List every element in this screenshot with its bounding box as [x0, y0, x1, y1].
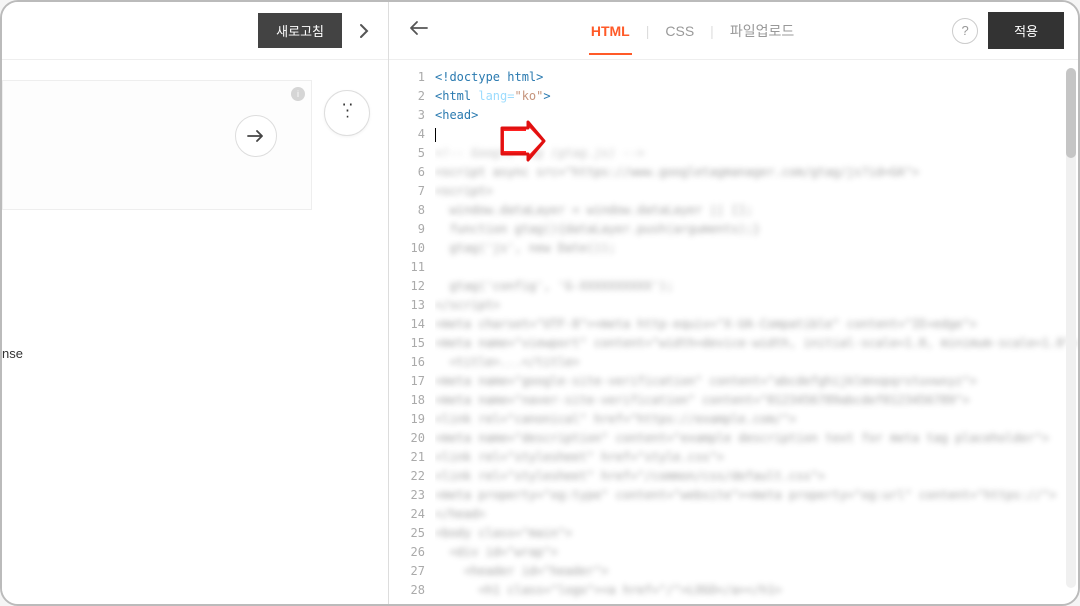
tab-divider: |: [710, 23, 714, 39]
editor-header: HTML | CSS | 파일업로드 ? 적용: [389, 2, 1078, 60]
code-content[interactable]: <!doctype html><html lang="ko"><head><!-…: [435, 60, 1078, 604]
arrow-right-icon: [246, 129, 266, 143]
dots-icon: ∵·: [342, 105, 351, 121]
line-number-gutter: 1234567891011121314151617181920212223242…: [389, 60, 435, 604]
expand-right-button[interactable]: [350, 17, 378, 45]
preview-cropped-text: nse: [2, 346, 23, 361]
info-icon[interactable]: i: [291, 87, 305, 101]
widget-toggle-button[interactable]: ∵·: [324, 90, 370, 136]
help-button[interactable]: ?: [952, 18, 978, 44]
editor-tabs: HTML | CSS | 파일업로드: [443, 15, 942, 47]
app-frame: 새로고침 i ∵· nse: [0, 0, 1080, 606]
preview-body: i ∵· nse: [2, 60, 388, 604]
split-layout: 새로고침 i ∵· nse: [2, 2, 1078, 604]
code-editor[interactable]: 1234567891011121314151617181920212223242…: [389, 60, 1078, 604]
preview-arrow-button[interactable]: [235, 115, 277, 157]
back-button[interactable]: [403, 15, 433, 46]
apply-button[interactable]: 적용: [988, 12, 1064, 49]
refresh-button[interactable]: 새로고침: [258, 13, 342, 48]
scrollbar-thumb[interactable]: [1066, 68, 1076, 158]
tab-css[interactable]: CSS: [663, 17, 696, 45]
preview-placeholder-box: i: [2, 80, 312, 210]
tab-divider: |: [646, 23, 650, 39]
tab-html[interactable]: HTML: [589, 17, 632, 45]
preview-header: 새로고침: [2, 2, 388, 60]
editor-pane: HTML | CSS | 파일업로드 ? 적용 1234567891011121…: [389, 2, 1078, 604]
preview-pane: 새로고침 i ∵· nse: [2, 2, 389, 604]
arrow-left-icon: [407, 19, 429, 37]
chevron-right-icon: [359, 23, 369, 39]
tab-file-upload[interactable]: 파일업로드: [728, 15, 796, 47]
